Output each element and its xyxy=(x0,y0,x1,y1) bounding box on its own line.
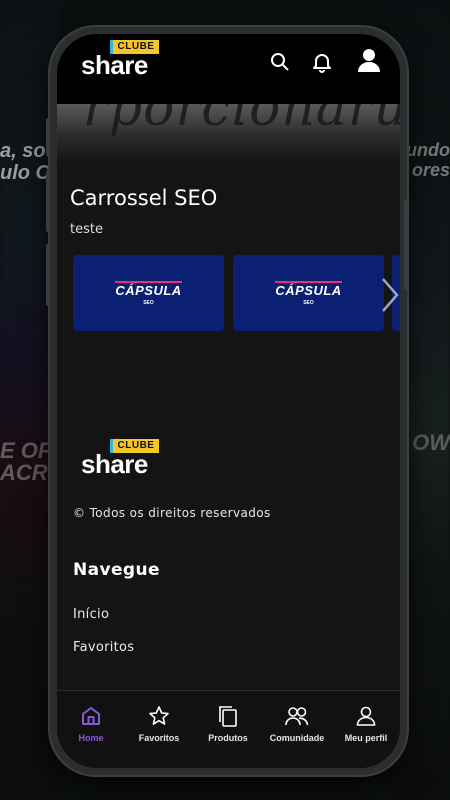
star-icon xyxy=(149,706,169,725)
phone-side-button xyxy=(46,244,50,306)
nav-meu-perfil-label: Meu perfil xyxy=(344,733,388,743)
community-icon xyxy=(285,707,309,726)
capsula-logo: CÁPSULA SEO xyxy=(73,280,224,306)
chevron-right-icon[interactable] xyxy=(376,275,400,315)
hero-banner-text: rporcionarü xyxy=(83,104,400,138)
capsula-logo: CÁPSULA SEO xyxy=(233,280,384,306)
logo-share-label: share xyxy=(81,449,148,479)
carousel-card[interactable]: CÁPSULA SEO xyxy=(73,255,224,331)
footer-link-favoritos[interactable]: Favoritos xyxy=(73,640,134,655)
home-icon xyxy=(82,707,100,725)
copy-icon xyxy=(219,706,237,727)
logo-share-label: share xyxy=(81,50,148,80)
footer-nav-heading: Navegue xyxy=(73,560,160,580)
phone-side-button xyxy=(46,170,50,232)
carousel-card[interactable]: CÁPSULA SEO xyxy=(233,255,384,331)
search-icon[interactable] xyxy=(268,50,292,74)
nav-comunidade[interactable]: Comunidade xyxy=(263,705,331,743)
card-title: CÁPSULA xyxy=(275,281,342,298)
user-icon[interactable] xyxy=(356,47,382,73)
section-title: Carrossel SEO xyxy=(70,186,218,210)
nav-favoritos-label: Favoritos xyxy=(138,733,180,743)
app-screen: CLUBE share rporcionarü Carrossel SEO te… xyxy=(57,34,400,768)
card-subtitle: SEO xyxy=(303,300,314,306)
nav-produtos[interactable]: Produtos xyxy=(194,705,262,743)
card-subtitle: SEO xyxy=(143,300,154,306)
hero-banner: rporcionarü xyxy=(57,104,400,164)
copyright-text: © Todos os direitos reservados xyxy=(73,506,271,520)
footer-clube-share-logo: CLUBE share xyxy=(81,439,161,485)
clube-share-logo[interactable]: CLUBE share xyxy=(81,40,161,86)
nav-home-label: Home xyxy=(78,733,104,743)
app-header: CLUBE share xyxy=(57,34,400,104)
nav-home[interactable]: Home xyxy=(57,705,125,743)
nav-produtos-label: Produtos xyxy=(208,733,248,743)
nav-comunidade-label: Comunidade xyxy=(269,733,325,743)
seo-carousel: CÁPSULA SEO CÁPSULA SEO xyxy=(73,255,400,332)
bottom-navigation: Home Favoritos Produtos Comunidade Meu p… xyxy=(57,690,400,768)
section-subtitle: teste xyxy=(70,222,103,237)
phone-side-button xyxy=(404,200,408,290)
profile-icon xyxy=(356,706,376,726)
bell-icon[interactable] xyxy=(310,50,334,74)
nav-meu-perfil[interactable]: Meu perfil xyxy=(332,705,400,743)
phone-side-button xyxy=(46,118,50,156)
footer-link-inicio[interactable]: Início xyxy=(73,607,109,622)
nav-favoritos[interactable]: Favoritos xyxy=(125,705,193,743)
card-title: CÁPSULA xyxy=(115,281,182,298)
